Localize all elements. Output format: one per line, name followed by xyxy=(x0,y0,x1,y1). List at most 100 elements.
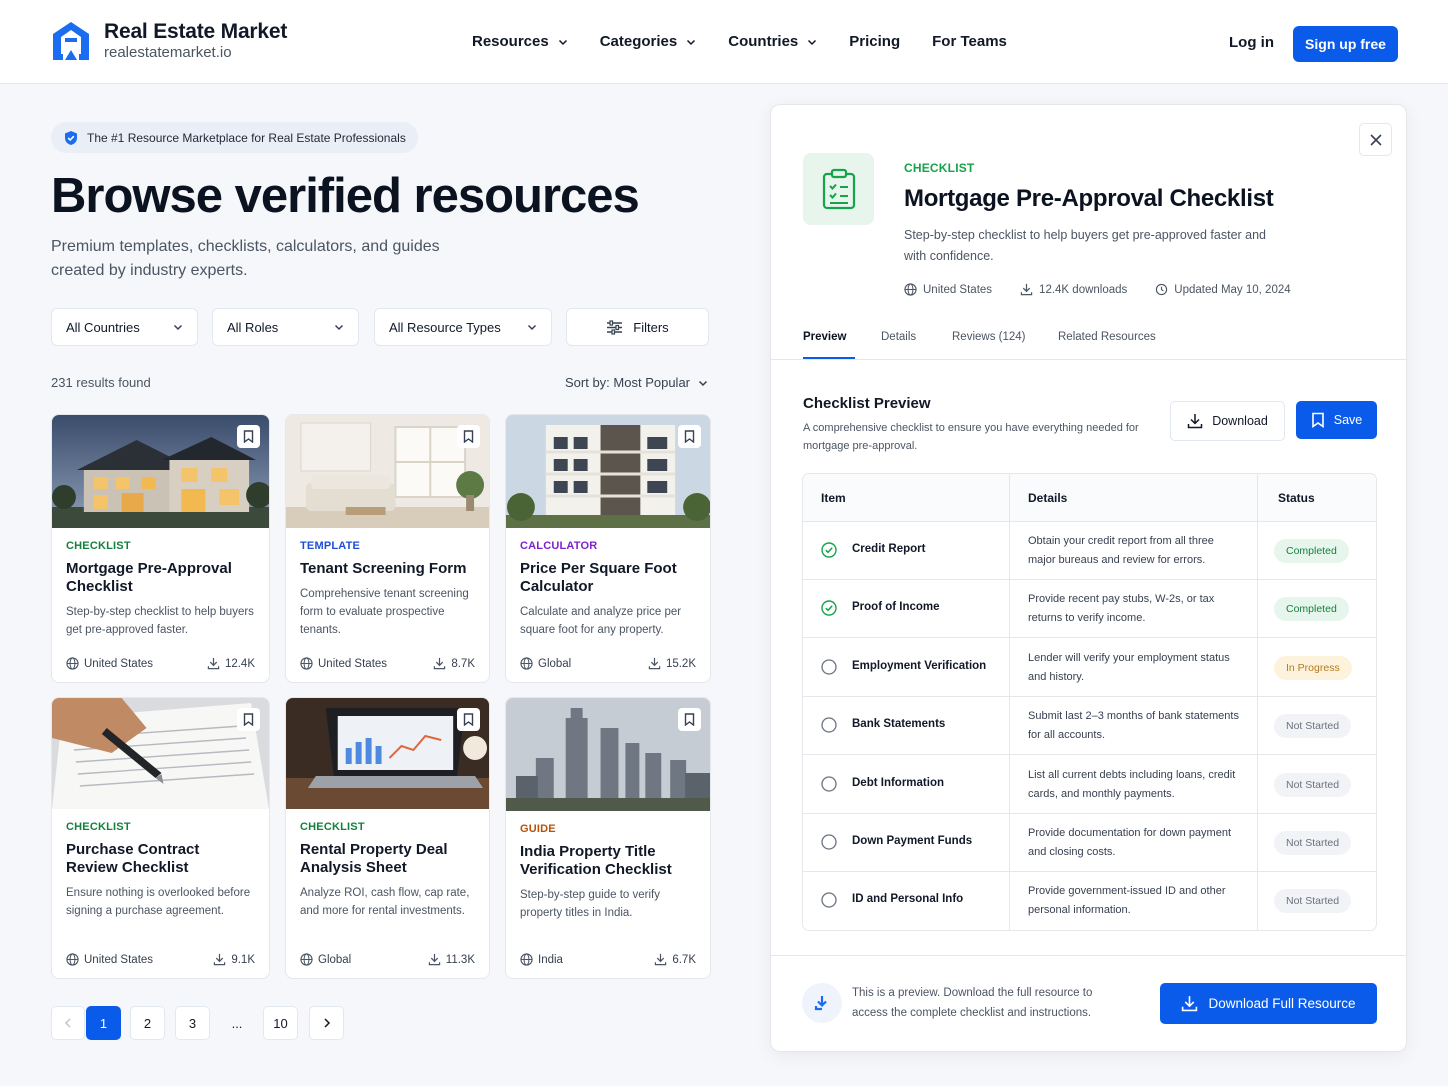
empty-circle-icon[interactable] xyxy=(821,834,837,850)
nav-countries[interactable]: Countries xyxy=(728,33,817,50)
table-row[interactable]: Proof of Income Provide recent pay stubs… xyxy=(803,580,1376,639)
resource-card[interactable]: TEMPLATE Tenant Screening Form Comprehen… xyxy=(285,414,490,683)
table-row[interactable]: ID and Personal Info Provide government-… xyxy=(803,872,1376,930)
resource-card-downloads-text: 12.4K xyxy=(224,657,255,670)
download-button[interactable]: Download xyxy=(1170,401,1285,441)
resource-card-category: CHECKLIST xyxy=(66,821,131,833)
bookmark-button[interactable] xyxy=(678,425,701,448)
table-row[interactable]: Bank Statements Submit last 2–3 months o… xyxy=(803,697,1376,756)
checklist-table: Item Details Status Credit Report Obtain… xyxy=(802,473,1377,931)
chevron-down-icon xyxy=(687,39,696,45)
check-circle-icon[interactable] xyxy=(821,542,837,558)
resource-card[interactable]: CHECKLIST Mortgage Pre-Approval Checklis… xyxy=(51,414,270,683)
resource-card-title[interactable]: Price Per Square Foot Calculator xyxy=(520,560,696,596)
resource-card-title[interactable]: Mortgage Pre-Approval Checklist xyxy=(66,560,255,596)
brand-logo[interactable]: Real Estate Market realestatemarket.io xyxy=(51,20,287,62)
filters-button-label: Filters xyxy=(633,319,669,335)
bookmark-icon xyxy=(684,430,695,443)
nav-for-teams[interactable]: For Teams xyxy=(932,33,1007,50)
nav-categories[interactable]: Categories xyxy=(600,33,697,50)
country-filter[interactable]: All Countries xyxy=(51,308,198,346)
globe-icon xyxy=(66,953,79,966)
resource-card-description: Analyze ROI, cash flow, cap rate, and mo… xyxy=(300,887,470,917)
detail-meta: United States 12.4K downloads Updated Ma… xyxy=(904,283,1319,296)
resource-card-downloads: 9.1K xyxy=(213,953,255,966)
resource-card-downloads: 11.3K xyxy=(428,953,475,966)
table-row[interactable]: Debt Information List all current debts … xyxy=(803,756,1376,814)
nav-pricing[interactable]: Pricing xyxy=(849,33,900,50)
pagination-page-2[interactable]: 2 xyxy=(130,1006,165,1040)
checklist-item-details: Provide government-issued ID and other p… xyxy=(1028,885,1226,917)
empty-circle-icon[interactable] xyxy=(821,775,837,792)
check-circle-icon[interactable] xyxy=(821,600,837,617)
sliders-icon xyxy=(607,319,623,335)
resource-card[interactable]: GUIDE India Property Title Verification … xyxy=(505,697,711,979)
empty-circle-icon[interactable] xyxy=(821,892,837,909)
resource-card-downloads-text: 6.7K xyxy=(672,953,696,966)
sort-dropdown[interactable]: Sort by: Most Popular xyxy=(565,375,708,390)
download-info-icon xyxy=(802,983,842,1023)
resource-card[interactable]: CHECKLIST Purchase Contract Review Check… xyxy=(51,697,270,979)
resource-card-description: Step-by-step guide to verify property ti… xyxy=(520,889,660,919)
pagination-page-10[interactable]: 10 xyxy=(263,1006,298,1040)
resource-card-title[interactable]: Purchase Contract Review Checklist xyxy=(66,841,255,877)
resource-card[interactable]: CHECKLIST Rental Property Deal Analysis … xyxy=(285,697,490,979)
nav-resources[interactable]: Resources xyxy=(472,33,568,50)
checklist-item-name: Employment Verification xyxy=(852,659,987,672)
tab-reviews[interactable]: Reviews (124) xyxy=(952,331,1026,343)
table-row[interactable]: Employment Verification Lender will veri… xyxy=(803,639,1376,697)
pagination-page-1[interactable]: 1 xyxy=(86,1006,121,1040)
resource-card-region: United States xyxy=(300,657,387,670)
resource-card-category: CALCULATOR xyxy=(520,540,598,552)
checklist-item-name: Bank Statements xyxy=(852,718,946,731)
resource-card-title[interactable]: Rental Property Deal Analysis Sheet xyxy=(300,841,475,877)
bookmark-button[interactable] xyxy=(678,708,701,731)
tab-details[interactable]: Details xyxy=(881,331,916,343)
bookmark-button[interactable] xyxy=(237,708,260,731)
resource-card-title[interactable]: Tenant Screening Form xyxy=(300,560,475,578)
download-icon xyxy=(648,657,661,670)
signup-button[interactable]: Sign up free xyxy=(1293,26,1398,62)
tab-preview[interactable]: Preview xyxy=(803,331,846,343)
resource-card-description: Calculate and analyze price per square f… xyxy=(520,606,682,636)
close-button[interactable] xyxy=(1359,123,1392,156)
chevron-down-icon xyxy=(334,324,344,331)
filters-button[interactable]: Filters xyxy=(566,308,709,346)
table-row[interactable]: Credit Report Obtain your credit report … xyxy=(803,522,1376,580)
resource-card-title[interactable]: India Property Title Verification Checkl… xyxy=(520,843,696,879)
pagination-next-button[interactable] xyxy=(309,1006,344,1040)
top-navbar: Real Estate Market realestatemarket.io R… xyxy=(0,0,1448,84)
checklist-item-name: Credit Report xyxy=(852,543,926,555)
status-badge: Not Started xyxy=(1274,889,1352,914)
resource-type-filter[interactable]: All Resource Types xyxy=(374,308,552,346)
pagination-prev-button[interactable] xyxy=(51,1006,85,1040)
refresh-icon xyxy=(1156,283,1168,296)
table-row[interactable]: Down Payment Funds Provide documentation… xyxy=(803,814,1376,872)
resource-detail-panel: CHECKLIST Mortgage Pre-Approval Checklis… xyxy=(770,104,1407,1052)
bookmark-button[interactable] xyxy=(457,425,480,448)
tab-related-resources[interactable]: Related Resources xyxy=(1058,331,1156,343)
chevron-left-icon xyxy=(64,1018,71,1028)
meta-region: United States xyxy=(904,283,992,296)
country-filter-value: All Countries xyxy=(66,319,140,335)
resource-card[interactable]: CALCULATOR Price Per Square Foot Calcula… xyxy=(505,414,711,683)
bookmark-button[interactable] xyxy=(457,708,480,731)
bookmark-button[interactable] xyxy=(237,425,260,448)
chevron-down-icon xyxy=(527,324,537,331)
empty-circle-icon[interactable] xyxy=(821,717,837,733)
nav-label: For Teams xyxy=(932,33,1007,50)
empty-circle-icon[interactable] xyxy=(821,659,837,675)
roles-filter[interactable]: All Roles xyxy=(212,308,359,346)
status-badge: Not Started xyxy=(1274,714,1352,739)
results-count: 231 results found xyxy=(51,375,151,390)
save-button[interactable]: Save xyxy=(1296,401,1377,439)
resource-card-category: CHECKLIST xyxy=(66,540,131,552)
pagination-ellipsis: ... xyxy=(231,1015,243,1031)
pagination-page-3[interactable]: 3 xyxy=(175,1006,210,1040)
chevron-down-icon xyxy=(173,324,183,331)
download-full-resource-button[interactable]: Download Full Resource xyxy=(1160,983,1377,1024)
login-link[interactable]: Log in xyxy=(1229,34,1274,51)
bookmark-icon xyxy=(1311,412,1324,428)
resource-card-region: United States xyxy=(66,953,153,966)
status-badge: In Progress xyxy=(1274,655,1352,680)
